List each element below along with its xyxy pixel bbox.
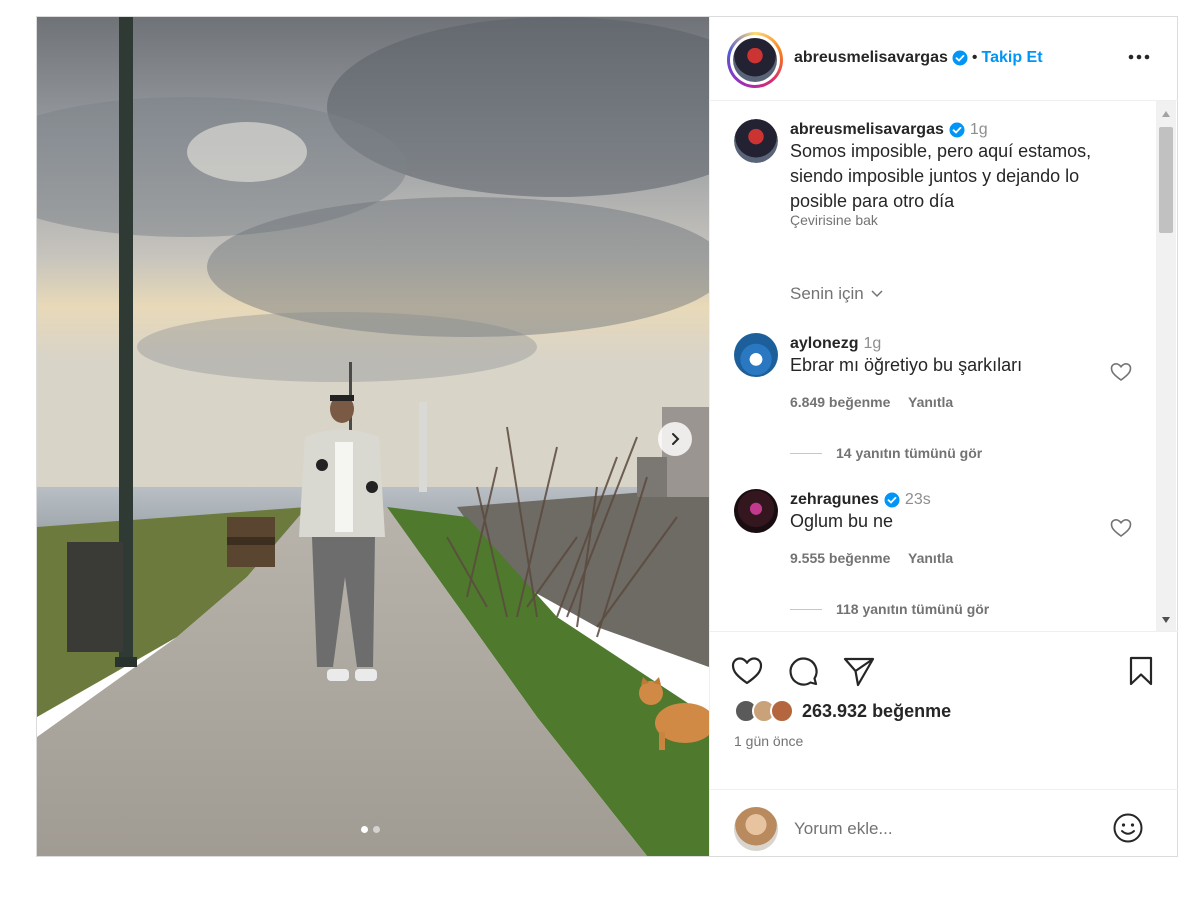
- comment-like-icon[interactable]: [1110, 362, 1132, 382]
- comment-item: aylonezg 1g Ebrar mı öğretiyo bu şarkıla…: [790, 335, 1110, 410]
- next-photo-button[interactable]: [658, 422, 692, 456]
- caption-username[interactable]: abreusmelisavargas: [790, 121, 944, 139]
- comments-scrollbar[interactable]: [1156, 101, 1176, 631]
- post-photo[interactable]: [37, 17, 709, 856]
- comment-sort-dropdown[interactable]: Senin için: [790, 284, 884, 304]
- post-side-panel: abreusmelisavargas • Takip Et abreusmeli…: [709, 17, 1178, 856]
- comment-input[interactable]: [794, 814, 1094, 844]
- comment-username[interactable]: aylonezg: [790, 335, 858, 353]
- post-actions: 263.932 beğenme 1 gün önce: [710, 631, 1178, 856]
- chevron-right-icon: [672, 433, 680, 445]
- comment-icon[interactable]: [786, 654, 820, 688]
- caption-text-line: posible para otro día: [790, 191, 955, 211]
- scroll-down-arrow[interactable]: [1162, 617, 1170, 623]
- caption-avatar[interactable]: [734, 119, 778, 163]
- comment-likes[interactable]: 6.849 beğenme: [790, 394, 890, 410]
- header-separator: •: [971, 49, 978, 66]
- view-replies-label: 14 yanıtın tümünü gör: [836, 445, 983, 461]
- verified-badge-icon: [884, 492, 900, 508]
- sort-label: Senin için: [790, 284, 864, 303]
- caption-text-line: siendo imposible juntos y dejando lo: [790, 166, 1080, 186]
- add-comment-bar: [710, 789, 1178, 857]
- comment-likes[interactable]: 9.555 beğenme: [790, 550, 890, 566]
- heart-icon[interactable]: [730, 654, 764, 688]
- view-replies-label: 118 yanıtın tümünü gör: [836, 601, 990, 617]
- chevron-down-icon: [871, 290, 883, 298]
- comment-avatar[interactable]: [734, 489, 778, 533]
- comment-time: 23s: [904, 491, 931, 508]
- instagram-post: abreusmelisavargas • Takip Et abreusmeli…: [36, 16, 1178, 857]
- comment-avatar[interactable]: [734, 333, 778, 377]
- view-replies-link[interactable]: 118 yanıtın tümünü gör: [790, 601, 989, 617]
- reply-button[interactable]: Yanıtla: [908, 550, 953, 566]
- reply-button[interactable]: Yanıtla: [908, 394, 953, 410]
- photo-scene: [37, 17, 709, 856]
- comments-section[interactable]: abreusmelisavargas 1g Somos imposible, p…: [710, 101, 1178, 631]
- bookmark-icon[interactable]: [1124, 654, 1158, 688]
- comment-text: Ebrar mı öğretiyo bu şarkıları: [790, 355, 1023, 375]
- view-replies-link[interactable]: 14 yanıtın tümünü gör: [790, 445, 982, 461]
- comment-time: 1g: [863, 335, 882, 352]
- carousel-dot-active: [361, 826, 368, 833]
- verified-badge-icon: [949, 122, 965, 138]
- current-user-avatar: [734, 807, 778, 851]
- see-translation-link[interactable]: Çevirisine bak: [790, 212, 1140, 228]
- comment-like-icon[interactable]: [1110, 518, 1132, 538]
- send-icon[interactable]: [842, 654, 876, 688]
- scroll-up-arrow[interactable]: [1162, 111, 1170, 117]
- posted-time: 1 gün önce: [734, 733, 804, 749]
- liker-avatar: [770, 699, 794, 723]
- caption-time: 1g: [969, 121, 988, 138]
- comment-text: Oglum bu ne: [790, 511, 894, 531]
- carousel-indicator: [361, 826, 380, 833]
- author-username[interactable]: abreusmelisavargas: [794, 49, 948, 67]
- comment-item: zehragunes 23s Oglum bu ne 9.555 beğenme…: [790, 491, 1110, 566]
- scroll-thumb[interactable]: [1159, 127, 1173, 233]
- caption-block: abreusmelisavargas 1g Somos imposible, p…: [790, 121, 1140, 228]
- likes-summary[interactable]: 263.932 beğenme: [734, 699, 951, 723]
- caption-text-line: Somos imposible, pero aquí estamos,: [790, 141, 1092, 161]
- author-avatar[interactable]: [727, 32, 783, 88]
- carousel-dot: [373, 826, 380, 833]
- verified-badge-icon: [952, 50, 968, 66]
- post-header: abreusmelisavargas • Takip Et: [710, 17, 1178, 101]
- more-options-icon[interactable]: [1124, 45, 1154, 69]
- likes-count[interactable]: 263.932 beğenme: [802, 701, 951, 722]
- emoji-icon[interactable]: [1112, 812, 1144, 844]
- comment-username[interactable]: zehragunes: [790, 491, 879, 509]
- follow-button[interactable]: Takip Et: [981, 49, 1042, 67]
